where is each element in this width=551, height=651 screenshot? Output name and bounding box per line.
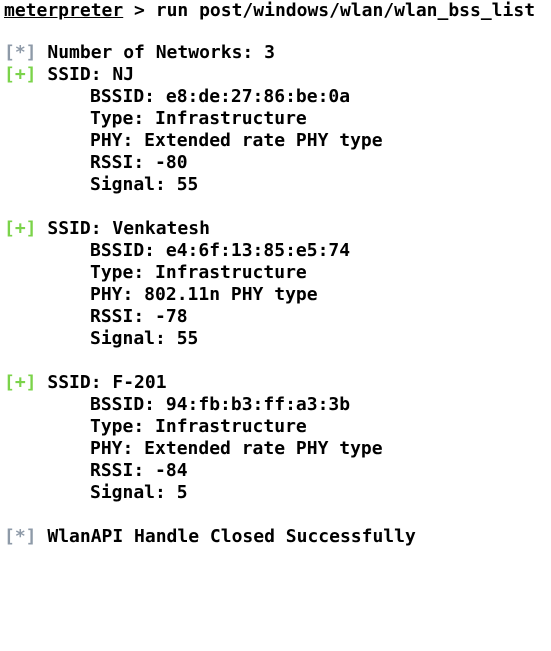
success-marker: [+]: [4, 218, 37, 239]
prompt-command: run post/windows/wlan/wlan_bss_list: [155, 0, 536, 21]
network-phy: PHY: 802.11n PHY type: [90, 284, 318, 305]
summary-line: [*] Number of Networks: 3: [4, 42, 275, 64]
network-type: Type: Infrastructure: [90, 416, 307, 437]
network-type: Type: Infrastructure: [90, 108, 307, 129]
network-phy: PHY: Extended rate PHY type: [90, 130, 383, 151]
network-signal: Signal: 55: [90, 174, 199, 195]
prompt-separator: >: [123, 0, 156, 21]
network-ssid-line: [+] SSID: Venkatesh: [4, 218, 210, 240]
summary-text: Number of Networks: 3: [36, 42, 275, 63]
network-signal: Signal: 5: [90, 482, 188, 503]
network-rssi: RSSI: -80: [90, 152, 188, 173]
network-ssid: SSID: F-201: [36, 372, 167, 393]
network-ssid: SSID: NJ: [36, 64, 135, 85]
terminal-window[interactable]: meterpreter > run post/windows/wlan/wlan…: [0, 0, 551, 551]
network-rssi: RSSI: -78: [90, 306, 188, 327]
prompt-name: meterpreter: [4, 0, 124, 21]
network-phy: PHY: Extended rate PHY type: [90, 438, 383, 459]
footer-text: WlanAPI Handle Closed Successfully: [36, 526, 416, 547]
network-type: Type: Infrastructure: [90, 262, 307, 283]
success-marker: [+]: [4, 372, 37, 393]
network-rssi: RSSI: -84: [90, 460, 188, 481]
network-ssid-line: [+] SSID: NJ: [4, 64, 134, 86]
network-bssid: BSSID: e8:de:27:86:be:0a: [90, 86, 351, 107]
info-marker: [*]: [4, 42, 37, 63]
success-marker: [+]: [4, 64, 37, 85]
network-bssid: BSSID: 94:fb:b3:ff:a3:3b: [90, 394, 351, 415]
network-signal: Signal: 55: [90, 328, 199, 349]
footer-line: [*] WlanAPI Handle Closed Successfully: [4, 526, 416, 548]
network-ssid: SSID: Venkatesh: [36, 218, 210, 239]
network-bssid: BSSID: e4:6f:13:85:e5:74: [90, 240, 351, 261]
network-ssid-line: [+] SSID: F-201: [4, 372, 167, 394]
prompt-line: meterpreter > run post/windows/wlan/wlan…: [4, 0, 535, 22]
info-marker: [*]: [4, 526, 37, 547]
